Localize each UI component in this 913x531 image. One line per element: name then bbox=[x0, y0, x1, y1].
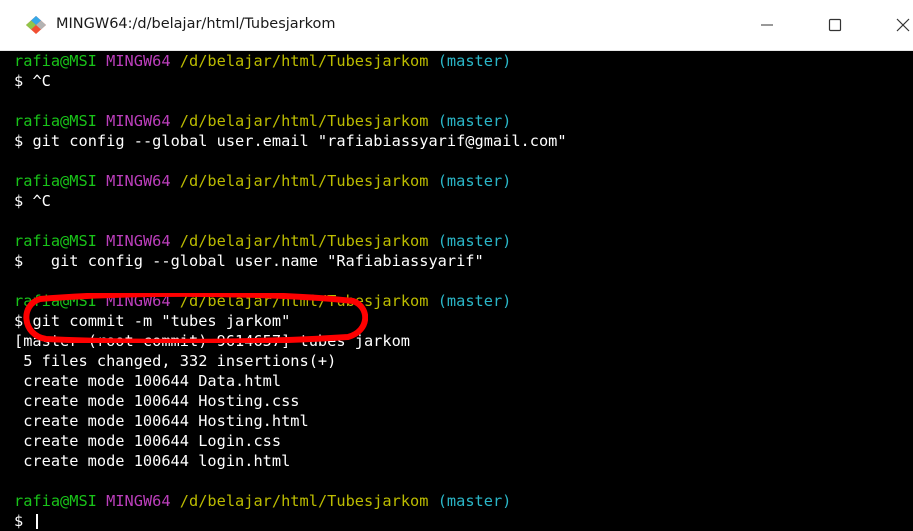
command-line[interactable]: $ bbox=[14, 511, 39, 531]
command-text: ^C bbox=[32, 192, 51, 210]
command-line: $ ^C bbox=[14, 71, 51, 91]
prompt-host: MINGW64 bbox=[106, 492, 171, 510]
prompt-host: MINGW64 bbox=[106, 52, 171, 70]
prompt-branch: (master) bbox=[437, 232, 512, 250]
prompt-path: /d/belajar/html/Tubesjarkom bbox=[179, 492, 429, 510]
prompt-user: rafia@MSI bbox=[14, 172, 97, 190]
prompt-user: rafia@MSI bbox=[14, 112, 97, 130]
git-bash-icon bbox=[24, 15, 48, 35]
prompt-symbol: $ bbox=[14, 512, 24, 530]
minimize-icon bbox=[761, 24, 773, 26]
prompt-host: MINGW64 bbox=[106, 172, 171, 190]
prompt-host: MINGW64 bbox=[106, 232, 171, 250]
terminal-content[interactable]: rafia@MSI MINGW64 /d/belajar/html/Tubesj… bbox=[0, 51, 913, 531]
create-mode-line: create mode 100644 Login.css bbox=[14, 432, 282, 450]
close-icon bbox=[896, 18, 910, 32]
prompt-branch: (master) bbox=[437, 172, 512, 190]
minimize-button[interactable] bbox=[747, 10, 787, 40]
prompt-line: rafia@MSI MINGW64 /d/belajar/html/Tubesj… bbox=[14, 291, 511, 311]
prompt-line: rafia@MSI MINGW64 /d/belajar/html/Tubesj… bbox=[14, 491, 511, 511]
prompt-line: rafia@MSI MINGW64 /d/belajar/html/Tubesj… bbox=[14, 51, 511, 71]
prompt-path: /d/belajar/html/Tubesjarkom bbox=[179, 172, 429, 190]
prompt-symbol: $ bbox=[14, 312, 24, 330]
prompt-symbol: $ bbox=[14, 192, 24, 210]
create-mode-line: create mode 100644 login.html bbox=[14, 452, 291, 470]
prompt-symbol: $ bbox=[14, 132, 24, 150]
title-bar[interactable]: MINGW64:/d/belajar/html/Tubesjarkom bbox=[0, 0, 913, 51]
prompt-path: /d/belajar/html/Tubesjarkom bbox=[179, 112, 429, 130]
text-cursor bbox=[36, 514, 39, 529]
terminal-window: MINGW64:/d/belajar/html/Tubesjarkom rafi… bbox=[0, 0, 913, 531]
maximize-button[interactable] bbox=[815, 10, 855, 40]
stat-output: 5 files changed, 332 insertions(+) bbox=[14, 352, 337, 370]
prompt-line: rafia@MSI MINGW64 /d/belajar/html/Tubesj… bbox=[14, 111, 511, 131]
create-mode-line: create mode 100644 Hosting.css bbox=[14, 392, 300, 410]
prompt-symbol: $ bbox=[14, 252, 24, 270]
prompt-user: rafia@MSI bbox=[14, 492, 97, 510]
command-text: git config --global user.name "Rafiabias… bbox=[32, 252, 484, 270]
prompt-host: MINGW64 bbox=[106, 112, 171, 130]
prompt-symbol: $ bbox=[14, 72, 24, 90]
command-line: $ ^C bbox=[14, 191, 51, 211]
window-title: MINGW64:/d/belajar/html/Tubesjarkom bbox=[56, 16, 336, 32]
command-text: git commit -m "tubes jarkom" bbox=[32, 312, 291, 330]
prompt-line: rafia@MSI MINGW64 /d/belajar/html/Tubesj… bbox=[14, 231, 511, 251]
prompt-path: /d/belajar/html/Tubesjarkom bbox=[179, 292, 429, 310]
prompt-path: /d/belajar/html/Tubesjarkom bbox=[179, 232, 429, 250]
command-text: ^C bbox=[32, 72, 51, 90]
prompt-host: MINGW64 bbox=[106, 292, 171, 310]
prompt-branch: (master) bbox=[437, 492, 512, 510]
commit-output: [master (root-commit) 9614657] tubes jar… bbox=[14, 332, 411, 350]
prompt-user: rafia@MSI bbox=[14, 292, 97, 310]
prompt-branch: (master) bbox=[437, 52, 512, 70]
maximize-icon bbox=[828, 18, 842, 32]
close-button[interactable] bbox=[883, 10, 913, 40]
prompt-path: /d/belajar/html/Tubesjarkom bbox=[179, 52, 429, 70]
prompt-user: rafia@MSI bbox=[14, 232, 97, 250]
command-line: $ git config --global user.name "Rafiabi… bbox=[14, 251, 484, 271]
command-line: $ git commit -m "tubes jarkom" bbox=[14, 311, 290, 331]
command-line: $ git config --global user.email "rafiab… bbox=[14, 131, 567, 151]
create-mode-line: create mode 100644 Hosting.html bbox=[14, 412, 309, 430]
command-text: git config --global user.email "rafiabia… bbox=[32, 132, 567, 150]
create-mode-line: create mode 100644 Data.html bbox=[14, 372, 282, 390]
prompt-branch: (master) bbox=[437, 292, 512, 310]
prompt-branch: (master) bbox=[437, 112, 512, 130]
prompt-line: rafia@MSI MINGW64 /d/belajar/html/Tubesj… bbox=[14, 171, 511, 191]
prompt-user: rafia@MSI bbox=[14, 52, 97, 70]
